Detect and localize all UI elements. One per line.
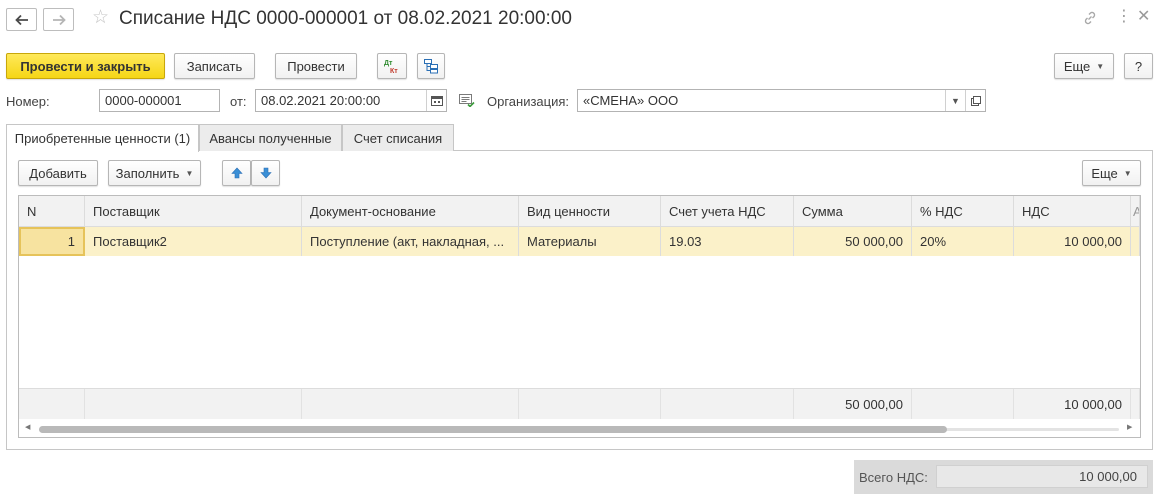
svg-text:Дт: Дт	[384, 60, 393, 67]
chevron-down-icon: ▼	[1096, 61, 1105, 71]
tab-advances-received[interactable]: Авансы полученные	[199, 124, 342, 151]
table-header-row: N Поставщик Документ-основание Вид ценно…	[19, 196, 1140, 227]
link-icon[interactable]	[1082, 10, 1098, 30]
acquired-values-table[interactable]: N Поставщик Документ-основание Вид ценно…	[18, 195, 1141, 438]
arrow-down-icon	[259, 167, 272, 179]
help-button[interactable]: ?	[1124, 53, 1153, 79]
chevron-down-icon: ▼	[1123, 168, 1132, 178]
column-header-base-document[interactable]: Документ-основание	[302, 196, 519, 226]
fill-button[interactable]: Заполнить ▼	[108, 160, 201, 186]
scroll-left-icon[interactable]: ◀	[25, 423, 30, 431]
number-field[interactable]: 0000-000001	[99, 89, 220, 112]
forward-button[interactable]	[43, 8, 74, 31]
dt-kt-report-button[interactable]: Дт Кт	[377, 53, 407, 79]
dt-kt-icon: Дт Кт	[384, 60, 398, 74]
scroll-right-icon[interactable]: ▶	[1127, 423, 1132, 431]
favorite-star-icon[interactable]: ☆	[92, 7, 109, 29]
arrow-right-icon	[52, 14, 66, 25]
date-field[interactable]: 08.02.2021 20:00:00	[255, 89, 447, 112]
cell-base-document[interactable]: Поступление (акт, накладная, ...	[302, 227, 519, 256]
cell-vat-rate[interactable]: 20%	[912, 227, 1014, 256]
move-up-button[interactable]	[222, 160, 251, 186]
total-vat-label: Всего НДС:	[859, 470, 928, 485]
footer-n	[19, 389, 85, 419]
number-label: Номер:	[6, 94, 50, 109]
organization-field[interactable]: «СМЕНА» ООО ▼	[577, 89, 986, 112]
cell-amount[interactable]: 50 000,00	[794, 227, 912, 256]
cell-overflow	[1131, 227, 1140, 256]
date-value: 08.02.2021 20:00:00	[261, 93, 381, 108]
column-header-vat[interactable]: НДС	[1014, 196, 1131, 226]
document-structure-icon	[424, 59, 438, 74]
footer-base-document	[302, 389, 519, 419]
back-button[interactable]	[6, 8, 37, 31]
more-button-label: Еще	[1063, 58, 1091, 74]
calendar-button[interactable]	[426, 90, 446, 111]
column-header-value-type[interactable]: Вид ценности	[519, 196, 661, 226]
horizontal-scrollbar[interactable]: ◀ ▶	[19, 421, 1140, 437]
tab-write-off-account[interactable]: Счет списания	[342, 124, 454, 151]
organization-dropdown-button[interactable]: ▼	[945, 90, 965, 111]
cell-vat-account[interactable]: 19.03	[661, 227, 794, 256]
cell-n[interactable]: 1	[19, 227, 85, 256]
organization-label: Организация:	[487, 94, 570, 109]
total-vat-value: 10 000,00	[936, 465, 1148, 488]
column-header-overflow: A	[1131, 196, 1140, 226]
table-more-button[interactable]: Еще ▼	[1082, 160, 1141, 186]
footer-vat-total: 10 000,00	[1014, 389, 1131, 419]
move-down-button[interactable]	[251, 160, 280, 186]
arrow-left-icon	[14, 14, 28, 25]
save-button[interactable]: Записать	[174, 53, 255, 79]
org-info-icon[interactable]	[459, 94, 475, 110]
cell-vat[interactable]: 10 000,00	[1014, 227, 1131, 256]
add-row-button[interactable]: Добавить	[18, 160, 98, 186]
more-button[interactable]: Еще ▼	[1054, 53, 1114, 79]
footer-amount-total: 50 000,00	[794, 389, 912, 419]
chevron-down-icon: ▼	[951, 95, 960, 106]
page-title: Списание НДС 0000-000001 от 08.02.2021 2…	[119, 8, 572, 29]
chevron-down-icon: ▼	[185, 168, 194, 178]
organization-open-button[interactable]	[965, 90, 985, 111]
footer-supplier	[85, 389, 302, 419]
scrollbar-thumb[interactable]	[39, 426, 947, 433]
column-header-vat-rate[interactable]: % НДС	[912, 196, 1014, 226]
footer-vat-account	[661, 389, 794, 419]
column-header-n[interactable]: N	[19, 196, 85, 226]
open-form-icon	[970, 95, 981, 106]
post-and-close-button[interactable]: Провести и закрыть	[6, 53, 165, 79]
tab-acquired-values[interactable]: Приобретенные ценности (1)	[6, 124, 199, 152]
footer-overflow	[1131, 389, 1140, 419]
structure-button[interactable]	[417, 53, 445, 79]
svg-text:Кт: Кт	[390, 68, 398, 74]
calendar-icon	[430, 96, 443, 106]
footer-vat-rate	[912, 389, 1014, 419]
cell-supplier[interactable]: Поставщик2	[85, 227, 302, 256]
more-vertical-icon[interactable]: ⋮	[1116, 9, 1132, 25]
footer-value-type	[519, 389, 661, 419]
post-button[interactable]: Провести	[275, 53, 357, 79]
arrow-up-icon	[230, 167, 243, 179]
column-header-supplier[interactable]: Поставщик	[85, 196, 302, 226]
cell-value-type[interactable]: Материалы	[519, 227, 661, 256]
table-more-label: Еще	[1091, 165, 1118, 181]
date-label: от:	[230, 94, 247, 109]
organization-value: «СМЕНА» ООО	[583, 93, 679, 108]
close-icon[interactable]: ✕	[1137, 8, 1150, 26]
column-header-vat-account[interactable]: Счет учета НДС	[661, 196, 794, 226]
table-row[interactable]: 1 Поставщик2 Поступление (акт, накладная…	[19, 227, 1140, 256]
table-footer-row: 50 000,00 10 000,00	[19, 388, 1140, 419]
column-header-amount[interactable]: Сумма	[794, 196, 912, 226]
fill-button-label: Заполнить	[115, 165, 180, 181]
total-vat-box: Всего НДС: 10 000,00	[854, 460, 1153, 494]
